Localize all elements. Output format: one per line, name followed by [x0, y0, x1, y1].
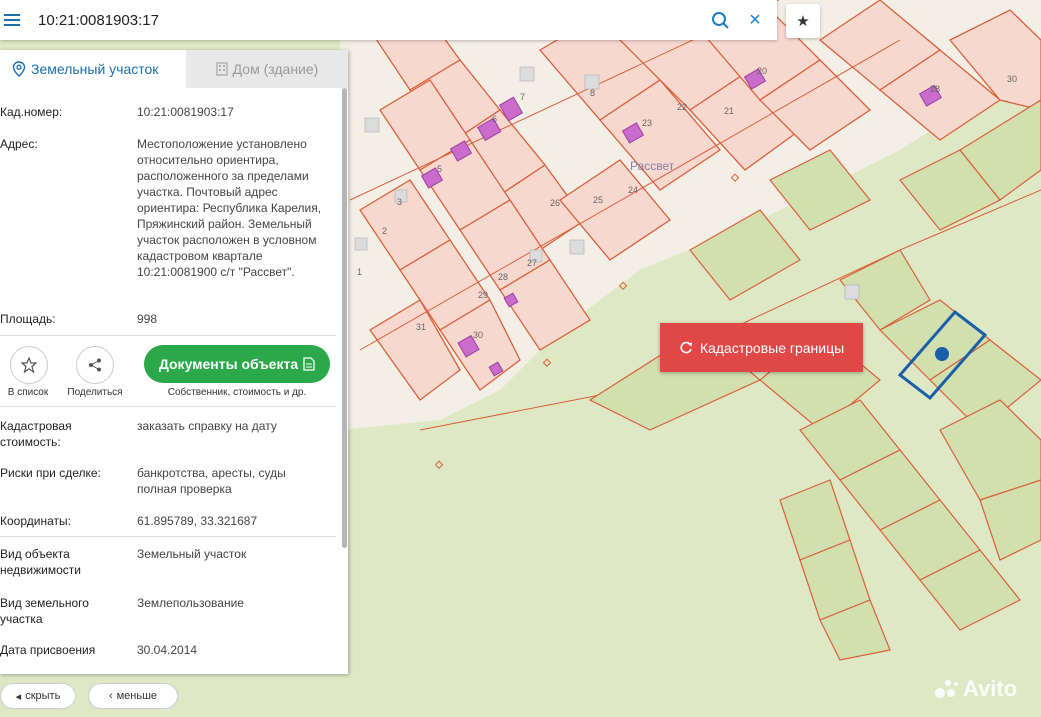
object-type-label: Вид объекта недвижимости: [0, 547, 81, 577]
chevron-up-icon: ‹: [108, 690, 113, 702]
less-button[interactable]: ‹ меньше: [88, 683, 178, 709]
hide-panel-button[interactable]: ◂ скрыть: [0, 683, 76, 709]
svg-text:23: 23: [642, 118, 652, 128]
tab-building-label: Дом (здание): [232, 61, 319, 77]
svg-text:1: 1: [357, 267, 362, 277]
svg-text:25: 25: [593, 195, 603, 205]
risks-value: банкротства, аресты, суды: [137, 466, 286, 480]
area-value: 998: [137, 312, 158, 326]
divider: [0, 536, 336, 537]
share-label: Поделиться: [67, 387, 123, 398]
divider: [0, 335, 336, 336]
documents-subtitle: Собственник, стоимость и др.: [167, 387, 307, 398]
svg-text:31: 31: [416, 322, 426, 332]
share-button[interactable]: [76, 346, 114, 384]
svg-text:30: 30: [1007, 74, 1017, 84]
cadnum-value[interactable]: 10:21:0081903:17: [137, 104, 332, 120]
svg-text:22: 22: [677, 102, 687, 112]
svg-text:28: 28: [930, 84, 940, 94]
svg-text:5: 5: [437, 164, 442, 174]
risks-label: Риски при сделке:: [0, 466, 101, 480]
share-icon: [89, 358, 101, 372]
close-icon[interactable]: ×: [743, 8, 767, 32]
add-to-list-label: В список: [7, 387, 49, 398]
cadastral-borders-button[interactable]: Кадастровые границы: [660, 323, 863, 372]
svg-text:29: 29: [478, 290, 488, 300]
svg-text:28: 28: [498, 272, 508, 282]
documents-button[interactable]: Документы объекта: [144, 345, 330, 383]
svg-text:21: 21: [724, 106, 734, 116]
coords-label: Координаты:: [0, 514, 71, 528]
refresh-icon: [680, 341, 692, 353]
add-to-list-button[interactable]: [10, 346, 48, 384]
search-bar: ×: [0, 0, 777, 40]
address-label: Адрес:: [0, 137, 38, 151]
svg-text:8: 8: [590, 88, 595, 98]
divider: [0, 406, 336, 407]
order-certificate-link[interactable]: заказать справку на дату: [137, 418, 332, 434]
cadnum-label: Кад.номер:: [0, 105, 63, 119]
svg-text:7: 7: [520, 92, 525, 102]
cad-cost-label: Кадастровая стоимость:: [0, 419, 72, 449]
svg-text:20: 20: [757, 66, 767, 76]
search-input[interactable]: [28, 6, 708, 34]
panel-scrollbar[interactable]: [342, 88, 347, 548]
svg-text:24: 24: [628, 185, 638, 195]
tab-land-plot[interactable]: Земельный участок: [0, 50, 186, 88]
land-type-label: Вид земельного участка: [0, 596, 89, 626]
date-value: 30.04.2014: [137, 643, 198, 657]
less-label: меньше: [116, 690, 158, 702]
tab-land-plot-label: Земельный участок: [31, 61, 159, 77]
avito-watermark-text: Avito: [963, 676, 1018, 701]
search-icon[interactable]: [708, 8, 732, 32]
land-type-value: Землепользование: [137, 596, 244, 610]
star-outline-icon: [21, 357, 37, 373]
svg-text:3: 3: [397, 197, 402, 207]
svg-text:2: 2: [382, 226, 387, 236]
info-panel: Земельный участок Дом (здание) Кад.номер…: [0, 50, 348, 674]
settlement-label: Рассвет: [630, 159, 675, 173]
object-type-value: Земельный участок: [137, 547, 247, 561]
address-value: Местоположение установлено относительно …: [137, 137, 322, 279]
hide-label: скрыть: [25, 690, 61, 702]
date-label: Дата присвоения: [0, 643, 96, 657]
svg-text:6: 6: [492, 114, 497, 124]
svg-text:26: 26: [550, 198, 560, 208]
coords-value: 61.895789, 33.321687: [137, 514, 258, 528]
documents-button-label: Документы объекта: [158, 356, 299, 372]
star-icon[interactable]: ★: [786, 4, 820, 38]
svg-text:30: 30: [473, 330, 483, 340]
area-label: Площадь:: [0, 312, 56, 326]
map-pin-icon: [12, 61, 26, 77]
building-icon: [216, 62, 228, 76]
avito-watermark: Avito: [934, 676, 1017, 702]
chevron-left-icon: ◂: [15, 690, 22, 703]
document-icon: [303, 357, 315, 371]
tab-building[interactable]: Дом (здание): [186, 50, 348, 88]
full-check-link[interactable]: полная проверка: [137, 481, 332, 497]
avito-logo-icon: [935, 680, 958, 698]
cadastral-borders-label: Кадастровые границы: [699, 339, 845, 356]
menu-icon[interactable]: [0, 0, 24, 40]
svg-text:27: 27: [527, 258, 537, 268]
